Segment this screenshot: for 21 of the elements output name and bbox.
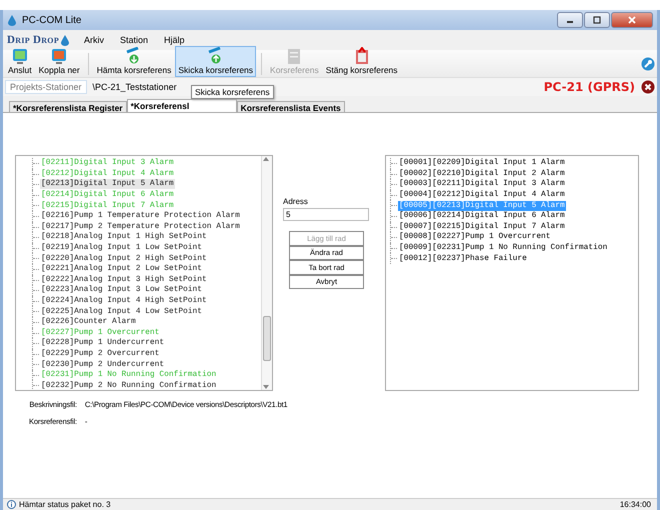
address-label: Adress [283,197,309,206]
breadcrumb-path[interactable]: \PC-21_Teststationer [92,82,177,92]
status-time: 16:34:00 [620,500,651,509]
menu-item[interactable]: Hjälp [162,34,187,46]
menu-item[interactable]: Arkiv [82,34,106,46]
status-message: Hämtar status paket no. 3 [19,500,111,509]
tooltip: Skicka korsreferens [191,85,274,99]
tab[interactable]: *Korsreferenslista Register [9,101,127,112]
logo-text: Drip Drop [7,34,60,46]
address-field[interactable]: 5 [283,208,369,221]
menu-item[interactable]: Station [118,34,150,46]
toolbar-button[interactable]: Hämta korsreferens [94,46,174,77]
tab[interactable]: *Korsreferensl [126,99,237,112]
toolbar-button[interactable]: Koppla ner [36,46,83,77]
window-title: PC-COM Lite [22,14,82,26]
toolbar-button[interactable]: Anslut [5,46,35,77]
station-label: PC-21 (GPRS) [544,80,635,94]
toolbar-button[interactable]: Skicka korsreferens [175,46,256,77]
toolbar-button[interactable]: Stäng korsreferens [322,46,401,77]
tab[interactable]: Korsreferenslista Events [236,101,345,112]
breadcrumb-tab[interactable]: Projekts-Stationer [5,80,87,94]
